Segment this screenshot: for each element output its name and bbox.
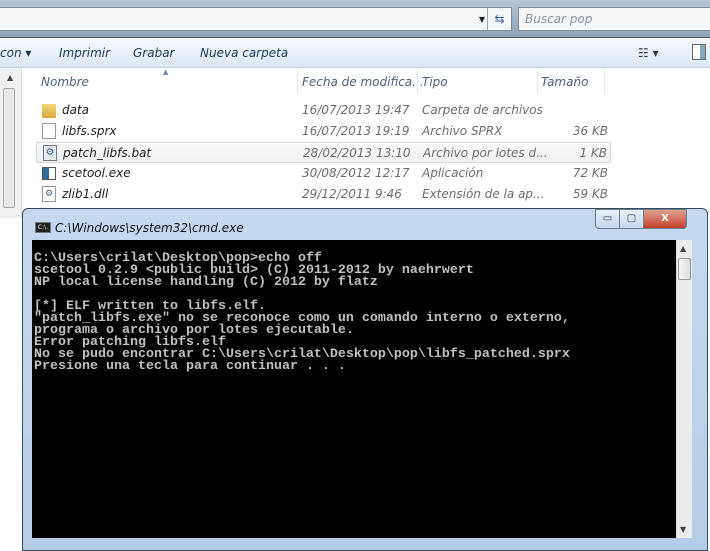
column-name[interactable]: Nombre [41,75,89,89]
file-row[interactable]: libfs.sprx 16/07/2013 19:19 Archivo SPRX… [36,121,611,142]
folder-icon [42,104,56,118]
print-button[interactable]: Imprimir [59,46,110,60]
address-dropdown-icon[interactable]: ▼ [479,15,485,24]
file-name: patch_libfs.bat [63,146,152,160]
scroll-up-icon[interactable]: ▲ [680,244,686,253]
console-output[interactable]: C:\Users\crilat\Desktop\pop>echo off scet… [32,240,676,538]
burn-button[interactable]: Grabar [133,46,175,60]
file-type: Aplicación [422,166,484,180]
batch-file-icon: ⚙ [43,145,57,161]
new-folder-button[interactable]: Nueva carpeta [200,46,288,60]
scroll-thumb[interactable] [678,258,691,280]
navigation-pane-scrollbar[interactable]: ▲ [0,68,22,218]
views-button[interactable]: ☷ ▾ [638,46,659,60]
cmd-window: C:\. C:\Windows\system32\cmd.exe ▭ ▢ X C… [22,208,708,551]
refresh-icon[interactable]: ⇆ [487,8,511,30]
file-name: zlib1.dll [62,187,109,201]
file-date: 29/12/2011 9:46 [302,187,402,201]
scroll-up-icon[interactable]: ▲ [7,73,13,82]
scroll-down-icon[interactable]: ▼ [680,525,686,534]
search-input[interactable]: Buscar pop [518,7,710,31]
file-icon [42,123,56,139]
file-date: 16/07/2013 19:19 [302,124,410,138]
file-type: Carpeta de archivos [422,103,543,117]
sort-ascending-icon: ▲ [163,68,169,76]
scroll-thumb[interactable] [3,88,15,208]
file-name: data [62,103,90,117]
cmd-icon: C:\. [35,222,51,233]
file-size: 1 KB [579,146,607,160]
file-type: Extensión de la ap... [422,187,545,201]
minimize-button[interactable]: ▭ [595,209,620,229]
console-line: NP local license handling (C) 2012 by fl… [34,275,378,290]
application-icon [42,167,56,180]
file-date: 16/07/2013 19:47 [302,103,410,117]
explorer-top-bar: ▼ ⇆ Buscar pop [0,0,710,37]
file-row[interactable]: scetool.exe 30/08/2012 12:17 Aplicación … [36,163,611,184]
file-size: 72 KB [572,166,608,180]
file-size: 36 KB [572,124,608,138]
file-size: 59 KB [572,187,608,201]
file-row-selected[interactable]: ⚙ patch_libfs.bat 28/02/2013 13:10 Archi… [36,142,611,163]
file-type: Archivo SPRX [422,124,503,138]
organize-button[interactable]: con ▾ [0,46,31,60]
column-headers: ▲ Nombre Fecha de modifica... Tipo Tamañ… [22,68,710,94]
file-name: scetool.exe [62,166,131,180]
column-size[interactable]: Tamaño [541,75,588,89]
file-date: 28/02/2013 13:10 [303,146,411,160]
close-button[interactable]: X [643,209,687,229]
maximize-button[interactable]: ▢ [619,209,644,229]
file-date: 30/08/2012 12:17 [302,166,410,180]
column-type[interactable]: Tipo [422,75,448,89]
file-row[interactable]: data 16/07/2013 19:47 Carpeta de archivo… [36,100,611,121]
file-name: libfs.sprx [62,124,117,138]
file-type: Archivo por lotes d... [423,146,548,160]
cmd-window-title: C:\Windows\system32\cmd.exe [55,221,244,235]
dll-icon: ⚙ [42,186,56,202]
preview-pane-icon[interactable] [692,44,706,60]
explorer-toolbar: con ▾ Imprimir Grabar Nueva carpeta ☷ ▾ [0,37,710,68]
console-line: Presione una tecla para continuar . . . [34,359,346,374]
address-bar[interactable]: ▼ ⇆ [0,7,512,31]
file-row[interactable]: ⚙ zlib1.dll 29/12/2011 9:46 Extensión de… [36,184,611,205]
column-date[interactable]: Fecha de modifica... [302,75,424,89]
console-scrollbar[interactable]: ▲ ▼ [676,240,692,538]
